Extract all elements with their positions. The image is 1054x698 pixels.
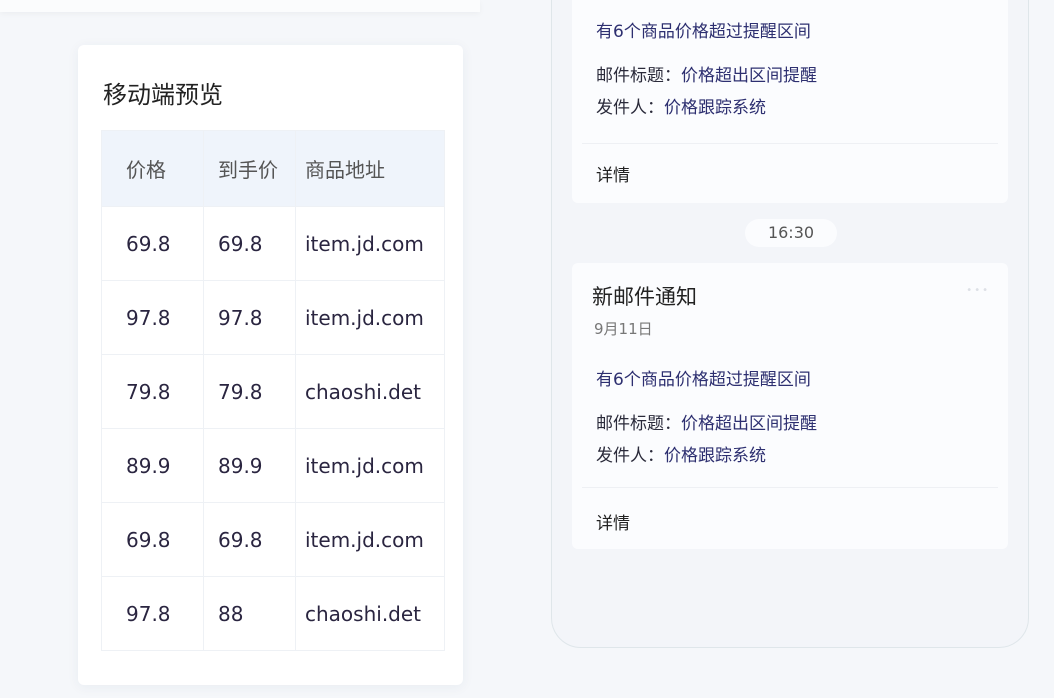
message-subject: 邮件标题：价格超出区间提醒 (596, 61, 817, 86)
cell-final-price: 79.8 (204, 355, 296, 429)
table-row: 69.869.8item.jd.com (102, 207, 445, 281)
table-row: 79.879.8chaoshi.det (102, 355, 445, 429)
details-link[interactable]: 详情 (596, 509, 630, 534)
time-pill: 16:30 (745, 219, 837, 247)
col-price: 价格 (102, 131, 204, 207)
cell-final-price: 69.8 (204, 207, 296, 281)
message-card: 有6个商品价格超过提醒区间 邮件标题：价格超出区间提醒 发件人：价格跟踪系统 详… (572, 0, 1008, 203)
message-sender: 发件人：价格跟踪系统 (596, 441, 766, 466)
phone-preview: 有6个商品价格超过提醒区间 邮件标题：价格超出区间提醒 发件人：价格跟踪系统 详… (551, 0, 1029, 648)
cell-final-price: 69.8 (204, 503, 296, 577)
subject-label: 邮件标题： (596, 414, 681, 434)
cell-final-price: 97.8 (204, 281, 296, 355)
cell-price: 89.9 (102, 429, 204, 503)
cell-final-price: 89.9 (204, 429, 296, 503)
table-header: 价格 到手价 商品地址 (102, 131, 445, 207)
cell-price: 69.8 (102, 503, 204, 577)
table-row: 89.989.9item.jd.com (102, 429, 445, 503)
cell-price: 97.8 (102, 281, 204, 355)
sender-label: 发件人： (596, 98, 664, 118)
message-card: 新邮件通知 ••• 9月11日 有6个商品价格超过提醒区间 邮件标题：价格超出区… (572, 263, 1008, 549)
divider (582, 143, 998, 144)
message-summary: 有6个商品价格超过提醒区间 (596, 17, 811, 42)
card-title: 移动端预览 (103, 75, 223, 110)
subject-value: 价格超出区间提醒 (681, 414, 817, 434)
sender-value: 价格跟踪系统 (664, 98, 766, 118)
message-summary: 有6个商品价格超过提醒区间 (596, 365, 811, 390)
cell-url: item.jd.com (296, 429, 445, 503)
message-sender: 发件人：价格跟踪系统 (596, 93, 766, 118)
more-icon[interactable]: ••• (966, 285, 990, 296)
cell-final-price: 88 (204, 577, 296, 651)
divider (582, 487, 998, 488)
message-date: 9月11日 (594, 318, 653, 339)
cell-price: 69.8 (102, 207, 204, 281)
sender-value: 价格跟踪系统 (664, 446, 766, 466)
table-row: 97.888chaoshi.det (102, 577, 445, 651)
top-panel-edge (0, 0, 480, 12)
table-row: 97.897.8item.jd.com (102, 281, 445, 355)
col-url: 商品地址 (296, 131, 445, 207)
sender-label: 发件人： (596, 446, 664, 466)
subject-value: 价格超出区间提醒 (681, 66, 817, 86)
table-row: 69.869.8item.jd.com (102, 503, 445, 577)
cell-url: item.jd.com (296, 207, 445, 281)
cell-price: 97.8 (102, 577, 204, 651)
price-table: 价格 到手价 商品地址 69.869.8item.jd.com97.897.8i… (101, 130, 445, 651)
col-final-price: 到手价 (204, 131, 296, 207)
message-title: 新邮件通知 (592, 281, 697, 311)
mobile-preview-card: 移动端预览 价格 到手价 商品地址 69.869.8item.jd.com97.… (78, 45, 463, 685)
cell-url: item.jd.com (296, 503, 445, 577)
details-link[interactable]: 详情 (596, 161, 630, 186)
message-subject: 邮件标题：价格超出区间提醒 (596, 409, 817, 434)
subject-label: 邮件标题： (596, 66, 681, 86)
cell-url: chaoshi.det (296, 355, 445, 429)
cell-url: chaoshi.det (296, 577, 445, 651)
cell-url: item.jd.com (296, 281, 445, 355)
cell-price: 79.8 (102, 355, 204, 429)
